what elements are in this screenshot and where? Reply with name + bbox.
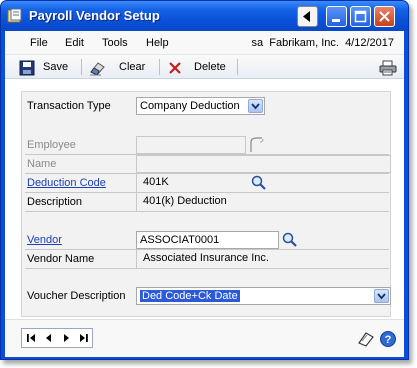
user-date: 4/12/2017 [345, 37, 394, 49]
clear-button[interactable]: Clear [89, 60, 149, 76]
close-icon [379, 11, 390, 22]
chevron-down-icon [251, 103, 260, 110]
transaction-type-value: Company Deduction [140, 100, 240, 112]
delete-x-icon [169, 62, 181, 74]
toolbar-separator [237, 59, 238, 75]
maximize-icon [354, 10, 367, 23]
first-record-icon[interactable] [24, 331, 40, 345]
app-icon [7, 8, 22, 23]
session-info: sa Fabrikam, Inc. 4/12/2017 [252, 37, 395, 49]
save-icon [19, 60, 35, 76]
window-client-area: File Edit Tools Help sa Fabrikam, Inc. 4… [5, 31, 404, 357]
menu-bar: File Edit Tools Help sa Fabrikam, Inc. 4… [5, 31, 404, 55]
minimize-icon [332, 19, 340, 22]
print-button[interactable] [379, 60, 397, 76]
clear-label: Clear [119, 61, 146, 73]
company-name: Fabrikam, Inc. [269, 37, 339, 49]
close-button[interactable] [374, 6, 395, 27]
window-title: Payroll Vendor Setup [29, 8, 160, 23]
last-record-icon[interactable] [75, 331, 91, 345]
row-divider [25, 268, 389, 269]
vendor-lookup-icon[interactable] [281, 231, 299, 249]
voucher-description-value: Ded Code+Ck Date [140, 290, 240, 302]
previous-window-button[interactable] [297, 6, 318, 27]
printer-icon [379, 60, 397, 76]
menu-tools[interactable]: Tools [102, 37, 128, 49]
description-label: Description [27, 196, 83, 208]
svg-text:?: ? [385, 334, 392, 346]
toolbar: Save Clear Delete [5, 55, 404, 79]
payroll-vendor-setup-window: Payroll Vendor Setup File Edit Tools Hel… [0, 0, 409, 360]
help-icon[interactable]: ? [379, 330, 397, 348]
employee-label: Employee [27, 139, 76, 151]
voucher-description-select[interactable]: Ded Code+Ck Date [136, 287, 391, 305]
name-label: Name [27, 158, 57, 170]
chevron-down-icon [377, 293, 386, 300]
vendor-id-field[interactable]: ASSOCIAT0001 [136, 231, 279, 249]
record-navigation [21, 328, 93, 348]
transaction-type-select[interactable]: Company Deduction [136, 97, 265, 115]
vendor-link[interactable]: Vendor [27, 231, 62, 249]
menu-help[interactable]: Help [146, 37, 169, 49]
minimize-button[interactable] [326, 6, 347, 27]
triangle-left-icon [303, 11, 310, 22]
menu-edit[interactable]: Edit [65, 37, 84, 49]
eraser-icon [90, 62, 105, 76]
voucher-description-label: Voucher Description [27, 290, 126, 302]
delete-button[interactable]: Delete [167, 60, 233, 76]
note-icon[interactable] [357, 330, 375, 348]
transaction-type-dropdown-button[interactable] [248, 99, 263, 113]
transaction-type-label: Transaction Type [27, 100, 111, 112]
toolbar-separator [159, 59, 160, 75]
employee-field[interactable] [136, 136, 246, 154]
cell-divider [136, 193, 137, 211]
menu-file[interactable]: File [30, 37, 48, 49]
previous-record-icon[interactable] [41, 331, 57, 345]
status-bar: ? [5, 319, 404, 357]
deduction-code-lookup-icon[interactable] [250, 174, 268, 192]
cell-divider [136, 174, 137, 192]
cell-divider [136, 250, 137, 268]
row-divider [25, 211, 389, 212]
deduction-code-link[interactable]: Deduction Code [27, 174, 106, 192]
next-record-icon[interactable] [58, 331, 74, 345]
toolbar-separator [81, 59, 82, 75]
voucher-description-dropdown-button[interactable] [374, 289, 389, 303]
delete-label: Delete [194, 61, 226, 73]
title-bar[interactable]: Payroll Vendor Setup [1, 1, 408, 31]
user-id: sa [251, 37, 264, 49]
description-field: 401(k) Deduction [143, 195, 227, 207]
employee-name-field [136, 155, 391, 173]
vendor-name-label: Vendor Name [27, 253, 95, 265]
save-button[interactable]: Save [19, 60, 79, 76]
vendor-name-field: Associated Insurance Inc. [143, 252, 269, 264]
maximize-button[interactable] [350, 6, 371, 27]
save-label: Save [43, 61, 69, 73]
employee-lookup-icon[interactable] [248, 136, 266, 154]
vendor-setup-form: Transaction Type Company Deduction Emplo… [21, 91, 391, 317]
deduction-code-field[interactable]: 401K [140, 174, 248, 192]
